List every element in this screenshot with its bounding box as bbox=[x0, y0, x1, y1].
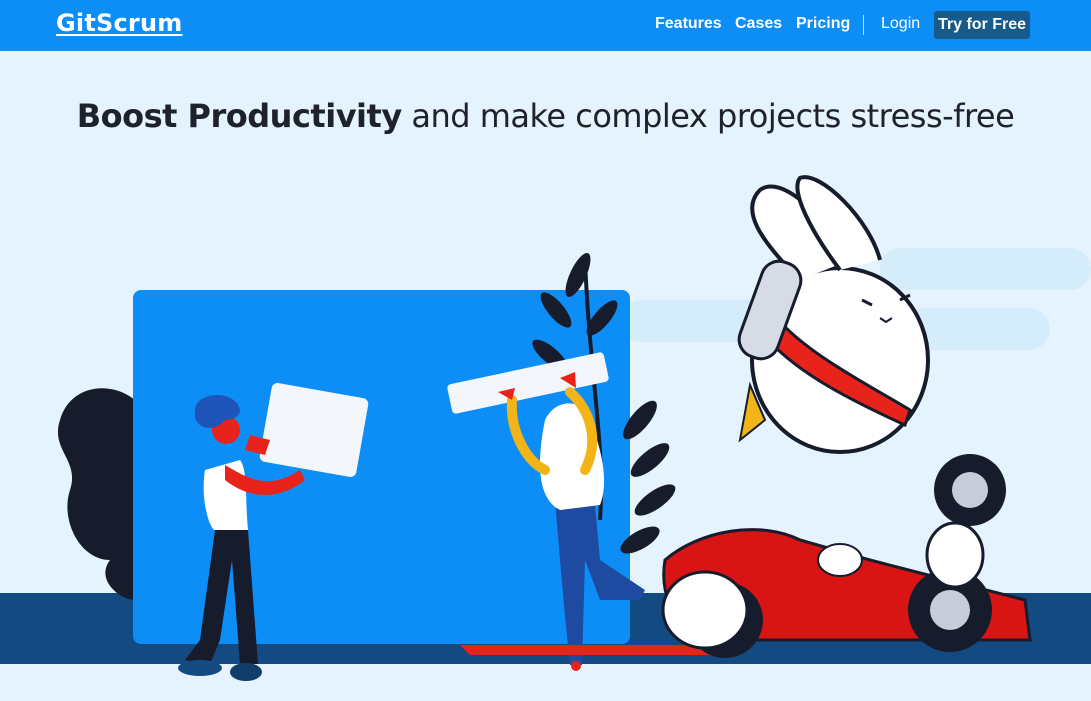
dark-plant-decoration bbox=[57, 388, 135, 600]
hero-illustration bbox=[0, 175, 1091, 681]
rabbit-mascot-flying bbox=[737, 175, 930, 454]
